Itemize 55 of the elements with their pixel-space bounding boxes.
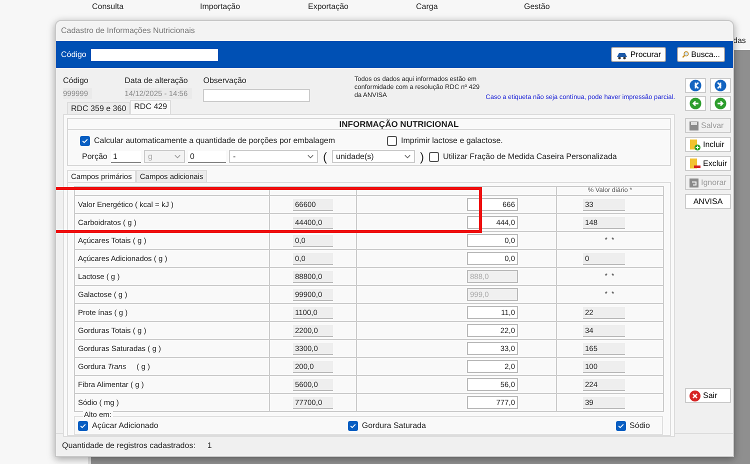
field-label: Código <box>61 50 88 59</box>
action-button[interactable]: Incluir <box>685 137 731 152</box>
menu-item[interactable]: Consulta <box>92 2 200 16</box>
amount-field[interactable]: 1 <box>111 150 141 163</box>
window-title: Cadastro de Informações Nutricionais <box>56 21 733 41</box>
chevron-icon <box>404 154 411 160</box>
checkbox-label: Utilizar Fração de Medida Caseira Personalizada <box>443 152 617 162</box>
checkbox-label: Açúcar Adicionado <box>92 421 158 430</box>
floppy-icon <box>689 120 699 130</box>
close-icon <box>689 390 701 402</box>
record-count: 1 <box>207 440 212 450</box>
menu-item[interactable]: Carga <box>416 2 524 16</box>
checkbox-label: Calcular automaticamente a quantidade de porções por embalagem <box>94 136 336 146</box>
field-label: Porção <box>82 152 108 162</box>
household-amount-field[interactable]: 0 <box>188 150 226 163</box>
action-button[interactable]: ANVISA <box>685 194 731 209</box>
nav-button[interactable] <box>710 78 731 93</box>
unit-dropdown[interactable]: unidade(s) <box>332 150 415 164</box>
menu-item[interactable]: Importação <box>200 2 308 16</box>
checkbox-label: Gordura Saturada <box>362 421 426 430</box>
field-label: Data de alteração <box>124 76 189 85</box>
nav-button[interactable] <box>710 96 731 111</box>
tab[interactable]: RDC 429 <box>130 100 172 114</box>
checkbox[interactable] <box>387 136 398 146</box>
chevron-icon <box>174 154 181 160</box>
exit-button[interactable]: Sair <box>685 388 731 403</box>
code-field[interactable] <box>91 48 218 60</box>
field-label: Observação <box>203 76 248 85</box>
group-title: INFORMAÇÃO NUTRICIONAL <box>68 119 670 130</box>
parenthesis: ( <box>322 150 328 164</box>
checkbox[interactable] <box>429 152 439 162</box>
action-button[interactable]: Excluir <box>685 156 731 171</box>
nav-button[interactable] <box>685 96 706 111</box>
checkbox[interactable] <box>80 136 90 146</box>
checkbox[interactable] <box>616 420 626 430</box>
document-minus-icon <box>689 158 701 170</box>
parenthesis: ) <box>419 150 425 164</box>
find-button[interactable]: Procurar <box>611 47 666 62</box>
undo-icon <box>689 178 699 188</box>
chevron-icon <box>307 154 314 160</box>
field-label: Código <box>63 76 90 85</box>
menu-item[interactable]: Gestão <box>524 2 632 16</box>
menu-item[interactable]: Exportação <box>308 2 416 16</box>
search-icon <box>682 49 690 60</box>
tab[interactable]: RDC 359 e 360 <box>67 102 130 114</box>
checkbox[interactable] <box>348 420 358 430</box>
checkbox[interactable] <box>78 420 88 430</box>
checkbox-label: Imprimir lactose e galactose. <box>401 136 503 146</box>
browse-button[interactable]: Busca... <box>677 47 725 62</box>
checkbox-label: Sódio <box>630 421 650 430</box>
note-field[interactable] <box>203 89 310 102</box>
document-plus-icon <box>689 138 701 150</box>
nav-button[interactable] <box>685 78 706 93</box>
status-label: Quantidade de registros cadastrados: <box>62 440 196 450</box>
fraction-dropdown[interactable]: - <box>229 150 318 164</box>
